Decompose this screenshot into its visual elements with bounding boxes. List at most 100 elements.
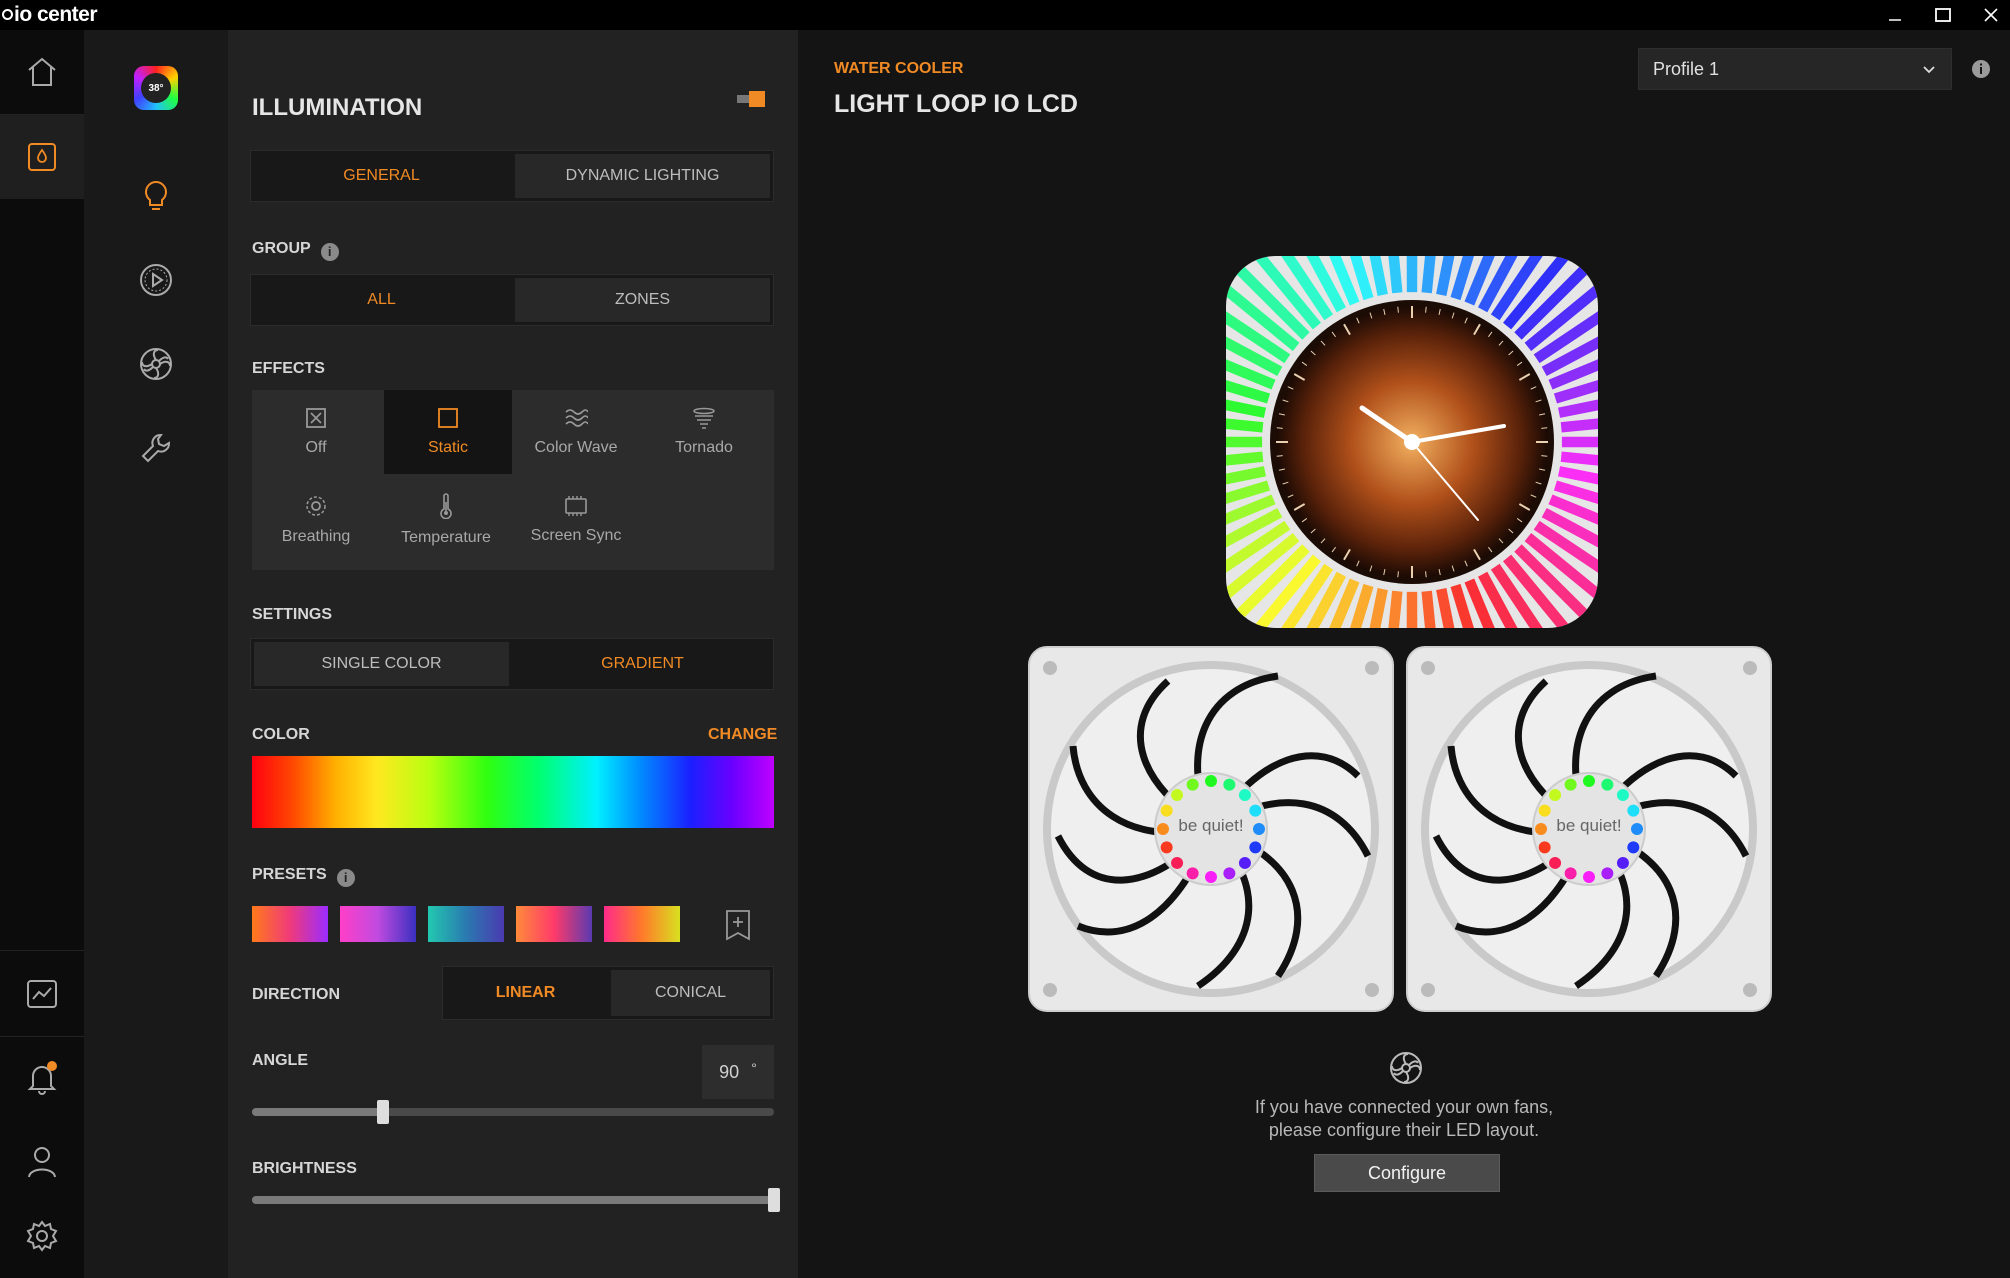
group-zones[interactable]: ZONES (515, 278, 770, 322)
effect-label: Screen Sync (530, 527, 622, 544)
clock-tick (1425, 306, 1427, 313)
settings-label: SETTINGS (252, 606, 333, 623)
brightness-slider[interactable] (252, 1188, 780, 1212)
close-icon (1984, 8, 1998, 22)
mode-gradient[interactable]: GRADIENT (515, 642, 770, 686)
fan-config-hint: If you have connected your own fans, ple… (1198, 1096, 1610, 1142)
bulb-icon (145, 180, 167, 210)
screen-sync-icon (565, 496, 587, 516)
tab-general[interactable]: GENERAL (254, 154, 509, 198)
effect-temperature[interactable]: Temperature (382, 478, 510, 562)
preset-swatch[interactable] (604, 906, 680, 942)
brightness-slider-fill (252, 1196, 774, 1204)
minimize-button[interactable] (1872, 0, 1918, 30)
fan-hub-label: be quiet! (1556, 816, 1622, 835)
chart-icon (27, 980, 57, 1008)
angle-unit: ° (751, 1060, 757, 1076)
group-info-icon[interactable]: i (320, 242, 339, 261)
static-icon (438, 408, 458, 428)
brightness-label: BRIGHTNESS (252, 1160, 357, 1177)
effects-label: EFFECTS (252, 360, 325, 377)
effect-off[interactable]: Off (252, 390, 380, 474)
tab-dynamic-lighting[interactable]: DYNAMIC LIGHTING (515, 154, 770, 198)
maximize-icon (1935, 8, 1951, 22)
wrench-icon (141, 434, 170, 463)
clock-tick (1397, 571, 1399, 578)
nav-monitoring[interactable] (0, 952, 84, 1036)
device-sidebar: 38° (84, 30, 228, 1278)
hint-line-2: please configure their LED layout. (1268, 1120, 1540, 1140)
sidebar-item-display[interactable] (134, 258, 178, 302)
angle-slider-fill (252, 1108, 383, 1116)
effect-screen-sync[interactable]: Screen Sync (512, 478, 640, 562)
device-preview-area: WATER COOLER LIGHT LOOP IO LCD Profile 1 (798, 30, 2010, 1278)
effect-tornado[interactable]: Tornado (640, 390, 768, 474)
angle-label: ANGLE (252, 1052, 308, 1069)
direction-linear[interactable]: LINEAR (446, 970, 605, 1016)
effect-static[interactable]: Static (384, 390, 512, 474)
nav-notifications[interactable] (0, 1036, 84, 1120)
close-button[interactable] (1968, 0, 2010, 30)
angle-input[interactable]: 90 ° (702, 1045, 774, 1099)
brightness-slider-thumb[interactable] (768, 1188, 780, 1212)
preset-swatch[interactable] (252, 906, 328, 942)
gradient-preview[interactable] (252, 756, 774, 828)
effect-breathing[interactable]: Breathing (252, 478, 380, 562)
maximize-button[interactable] (1920, 0, 1966, 30)
mode-single-color[interactable]: SINGLE COLOR (254, 642, 509, 686)
presets-section: PRESETS i (252, 866, 355, 887)
direction-conical[interactable]: CONICAL (611, 970, 770, 1016)
rail-divider (0, 950, 84, 951)
nav-settings[interactable] (0, 1194, 84, 1278)
group-all[interactable]: ALL (254, 278, 509, 322)
device-category: WATER COOLER (834, 60, 964, 77)
led-fin (1406, 591, 1418, 628)
effect-label: Static (427, 439, 468, 456)
info-icon[interactable] (1970, 58, 1992, 80)
illumination-toggle[interactable] (737, 90, 767, 108)
direction-selector: LINEAR CONICAL (442, 966, 774, 1020)
hint-line-1: If you have connected your own fans, (1254, 1097, 1554, 1117)
gear-icon (26, 1220, 58, 1252)
app-title: io center (2, 3, 98, 27)
chevron-down-icon (1923, 66, 1935, 74)
profile-dropdown[interactable]: Profile 1 (1638, 48, 1952, 90)
sidebar-item-illumination[interactable] (134, 174, 178, 218)
led-fin (1561, 436, 1598, 448)
effect-color-wave[interactable]: Color Wave (512, 390, 640, 474)
bell-icon (27, 1061, 57, 1095)
nav-water-cooler[interactable] (0, 115, 84, 199)
profile-selected: Profile 1 (1653, 58, 1720, 79)
angle-value: 90 (719, 1061, 740, 1082)
nav-account[interactable] (0, 1120, 84, 1204)
fan-icon (140, 348, 172, 380)
led-fin (1226, 436, 1263, 448)
group-section: GROUP i (252, 240, 339, 261)
angle-slider-thumb[interactable] (376, 1100, 389, 1124)
preset-swatch[interactable] (516, 906, 592, 942)
sidebar-item-fans[interactable] (134, 342, 178, 386)
play-circle-icon (140, 264, 172, 296)
add-preset-button[interactable] (723, 908, 753, 942)
change-color-link[interactable]: CHANGE (708, 726, 777, 744)
preset-swatch[interactable] (340, 906, 416, 942)
thermometer-icon (440, 493, 452, 519)
device-thumbnail[interactable]: 38° (134, 66, 178, 110)
nav-home[interactable] (0, 30, 84, 114)
effect-label: Off (305, 439, 327, 456)
color-mode-selector: SINGLE COLOR GRADIENT (250, 638, 774, 690)
presets-info-icon[interactable]: i (336, 868, 355, 887)
angle-slider[interactable] (252, 1100, 774, 1124)
clock-tick (1541, 427, 1548, 429)
breathing-icon (306, 496, 326, 516)
clock-tick (1276, 455, 1283, 457)
configure-button[interactable]: Configure (1314, 1154, 1500, 1192)
home-icon (28, 57, 56, 86)
user-icon (28, 1147, 56, 1178)
illumination-panel: ILLUMINATION GENERAL DYNAMIC LIGHTING GR… (228, 30, 798, 1278)
panel-title: ILLUMINATION (252, 94, 423, 121)
preset-swatch[interactable] (428, 906, 504, 942)
sidebar-item-tools[interactable] (134, 426, 178, 470)
effects-grid: Off Static Color Wave Tornado Breathing … (252, 390, 774, 570)
clock-tick (1397, 306, 1399, 313)
